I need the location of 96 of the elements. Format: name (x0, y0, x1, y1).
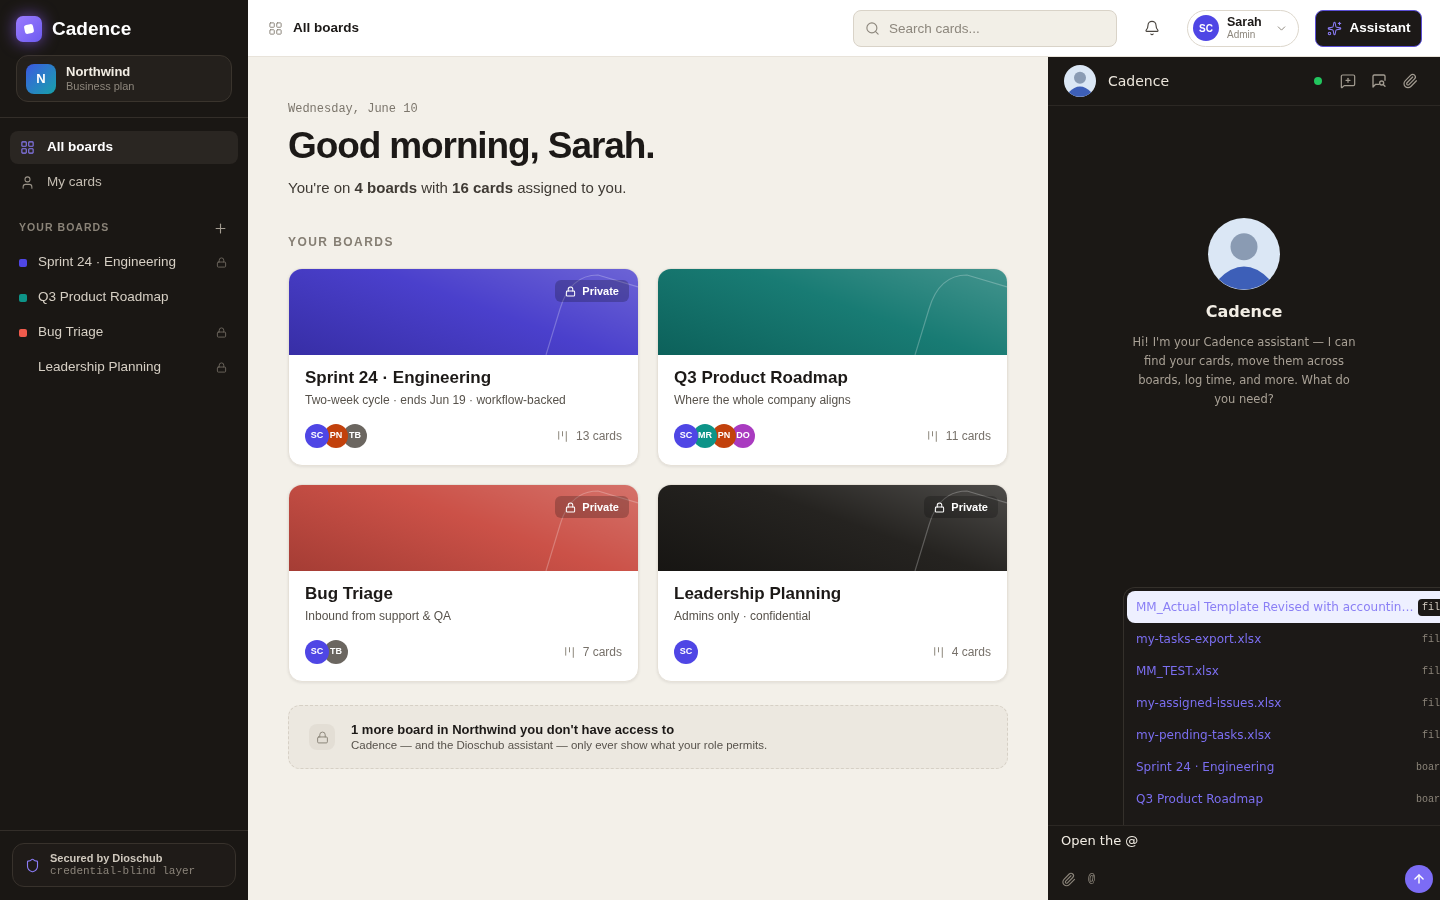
private-badge: Private (924, 496, 998, 518)
mention-option[interactable]: my-assigned-issues.xlsx fil (1127, 687, 1440, 719)
board-title: Leadership Planning (674, 583, 843, 605)
columns-icon (925, 429, 939, 443)
board-link[interactable]: Bug Triage (0, 315, 248, 350)
member-avatar: SC (305, 424, 329, 448)
lock-icon (565, 285, 577, 297)
board-description: Two-week cycle · ends Jun 19 · workflow-backed (305, 392, 567, 408)
board-card[interactable]: Private Bug Triage Inbound from support & QA SC TB 7 cards (288, 484, 639, 682)
board-description: Inbound from support & QA (305, 608, 453, 624)
board-title: Bug Triage (305, 583, 394, 605)
mention-option[interactable]: Q3 Product Roadmap boar (1127, 783, 1440, 815)
user-avatar: SC (1193, 15, 1219, 41)
card-count: 7 cards (582, 644, 622, 661)
columns-icon (555, 429, 569, 443)
assistant-button[interactable]: Assistant (1315, 9, 1422, 47)
assistant-name: Cadence (1108, 71, 1170, 91)
lock-icon (565, 501, 577, 513)
mention-option[interactable]: MM_TEST.xlsx fil (1127, 655, 1440, 687)
board-title: Sprint 24 · Engineering (305, 367, 493, 389)
lock-icon (309, 724, 335, 750)
mention-type: boar (1416, 760, 1440, 775)
mention-type: fil (1422, 664, 1440, 679)
send-button[interactable] (1405, 865, 1433, 893)
mention-type: fil (1422, 696, 1440, 711)
lock-icon (216, 362, 227, 373)
lock-icon (216, 327, 227, 338)
sparkle-icon (1326, 20, 1342, 36)
intro-message: Hi! I'm your Cadence assistant — I can find your cards, move them across boards, log time, and more. What do you need? (1131, 334, 1357, 408)
board-title: Q3 Product Roadmap (674, 367, 849, 389)
mention-button[interactable]: @ (1088, 870, 1096, 888)
member-avatar: SC (305, 640, 329, 664)
shield-icon (25, 857, 40, 873)
card-count: 13 cards (575, 428, 622, 445)
board-card[interactable]: Q3 Product Roadmap Where the whole company aligns SC MR PN DO 11 cards (657, 268, 1008, 466)
intro-name: Cadence (1205, 301, 1283, 323)
nav-item[interactable]: All boards (10, 131, 238, 164)
date-label: Wednesday, June 10 (288, 102, 419, 116)
mention-type: boar (1416, 792, 1440, 807)
user-role: Admin (1227, 29, 1256, 41)
arrow-up-icon (1412, 872, 1426, 886)
workspace-switcher[interactable]: N Northwind Business plan (16, 55, 232, 102)
section-heading: YOUR BOARDS (19, 220, 110, 236)
private-badge: Private (555, 280, 629, 302)
mention-option[interactable]: my-tasks-export.xlsx fil (1127, 623, 1440, 655)
mention-type: fil (1422, 728, 1440, 743)
security-subtitle: credential-blind layer (50, 865, 196, 878)
card-count: 11 cards (945, 428, 991, 445)
mention-option[interactable]: my-pending-tasks.xlsx fil (1127, 719, 1440, 751)
board-link[interactable]: Sprint 24 · Engineering (0, 245, 248, 280)
user-name: Sarah (1227, 15, 1262, 29)
workspace-initial: N (26, 63, 56, 94)
mention-type: fil (1418, 598, 1440, 616)
logo-icon (16, 16, 42, 42)
notice-title: 1 more board in Northwind you don't have access to (351, 721, 676, 738)
card-count: 4 cards (951, 644, 991, 661)
workspace-plan: Business plan (66, 79, 135, 93)
private-badge: Private (555, 496, 629, 518)
user-icon (20, 175, 35, 190)
lock-icon (934, 501, 946, 513)
member-avatar: SC (674, 424, 698, 448)
board-description: Where the whole company aligns (674, 392, 852, 408)
paperclip-icon[interactable] (1402, 73, 1418, 89)
summary-text: You're on 4 boards with 16 cards assigned to you. (288, 178, 628, 198)
bell-icon (1144, 20, 1160, 36)
workspace-name: Northwind (66, 64, 132, 79)
board-description: Admins only · confidential (674, 608, 812, 624)
security-title: Secured by Dioschub (50, 852, 164, 865)
grid-icon (268, 20, 283, 36)
mention-type: fil (1422, 632, 1440, 647)
search-icon (865, 20, 880, 36)
message-input[interactable]: Open the @ (1048, 826, 1440, 858)
chat-search-icon[interactable] (1371, 73, 1387, 89)
board-card[interactable]: Private Leadership Planning Admins only · confidential SC 4 cards (657, 484, 1008, 682)
page-title: All boards (293, 18, 359, 37)
board-link[interactable]: Leadership Planning (0, 350, 248, 385)
brand-name: Cadence (52, 17, 132, 41)
columns-icon (931, 645, 945, 659)
member-avatar: SC (674, 640, 698, 664)
lock-icon (216, 257, 227, 268)
mention-option[interactable]: MM_Actual Template Revised with accountin… fil (1127, 591, 1440, 623)
search-field[interactable]: Search cards... (853, 9, 1117, 47)
new-chat-icon[interactable] (1340, 73, 1356, 89)
section-heading: YOUR BOARDS (288, 234, 395, 250)
paperclip-icon[interactable] (1061, 871, 1076, 887)
grid-icon (20, 140, 35, 155)
plus-icon[interactable] (213, 220, 228, 236)
notice-body: Cadence — and the Dioschub assistant — only ever show what your role permits. (351, 738, 768, 753)
board-link[interactable]: Q3 Product Roadmap (0, 280, 248, 315)
columns-icon (562, 645, 576, 659)
board-card[interactable]: Private Sprint 24 · Engineering Two-week cycle · ends Jun 19 · workflow-backed SC PN TB 13 cards (288, 268, 639, 466)
avatar-icon (1064, 65, 1096, 97)
greeting-heading: Good morning, Sarah. (288, 125, 656, 167)
avatar-icon (1208, 218, 1280, 290)
nav-item[interactable]: My cards (10, 166, 238, 199)
mention-option[interactable]: Sprint 24 · Engineering boar (1127, 751, 1440, 783)
